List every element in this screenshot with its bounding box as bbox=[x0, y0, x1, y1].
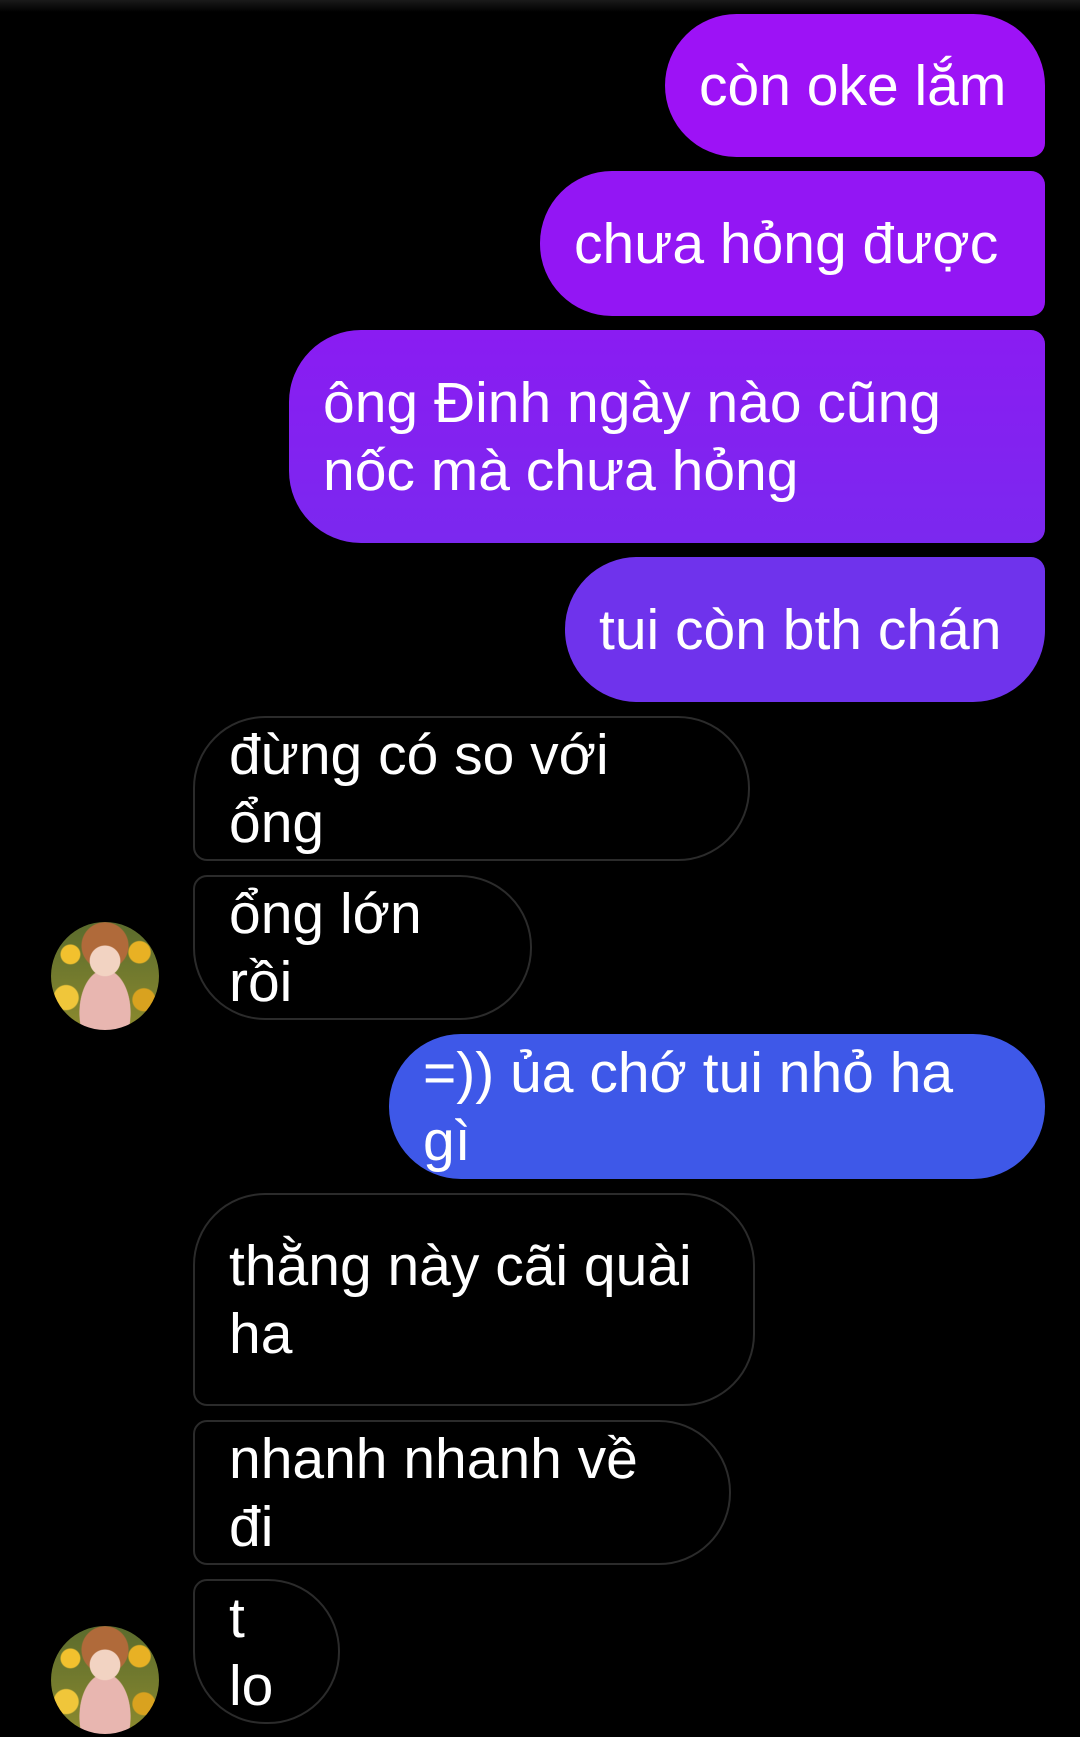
contact-avatar-icon[interactable] bbox=[51, 922, 159, 1030]
contact-avatar-icon[interactable] bbox=[51, 1626, 159, 1734]
incoming-message[interactable]: ổng lớn rồi bbox=[193, 875, 532, 1020]
incoming-message[interactable]: nhanh nhanh về đi bbox=[193, 1420, 731, 1565]
outgoing-message[interactable]: =)) ủa chớ tui nhỏ ha gì bbox=[389, 1034, 1045, 1179]
scroll-edge-fade bbox=[0, 0, 1080, 12]
incoming-message[interactable]: đừng có so với ổng bbox=[193, 716, 750, 861]
outgoing-message[interactable]: ông Đinh ngày nào cũng nốc mà chưa hỏng bbox=[289, 330, 1045, 543]
incoming-message[interactable]: t lo bbox=[193, 1579, 340, 1724]
outgoing-message[interactable]: chưa hỏng được bbox=[540, 171, 1045, 316]
outgoing-message[interactable]: còn oke lắm bbox=[665, 14, 1045, 157]
outgoing-message[interactable]: tui còn bth chán bbox=[565, 557, 1045, 702]
incoming-message[interactable]: thằng này cãi quài ha bbox=[193, 1193, 755, 1406]
